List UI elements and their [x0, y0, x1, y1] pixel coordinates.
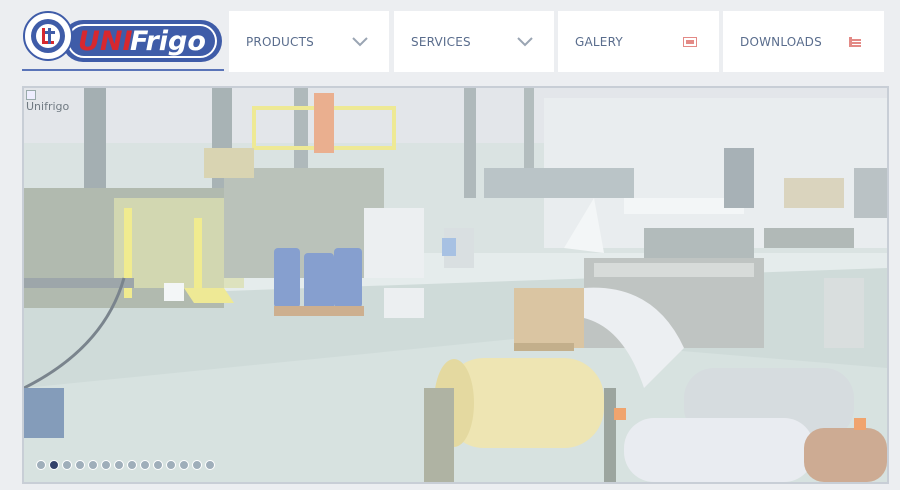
slider-dot-10[interactable]	[153, 460, 163, 470]
hero-slider[interactable]: Unifrigo	[22, 86, 889, 484]
nav-galery[interactable]: GALERY	[558, 11, 719, 72]
document-icon	[844, 32, 866, 52]
slider-dot-6[interactable]	[101, 460, 111, 470]
nav-downloads-label: DOWNLOADS	[740, 34, 822, 49]
slider-dot-7[interactable]	[114, 460, 124, 470]
slider-dot-2[interactable]	[49, 460, 59, 470]
slider-dot-14[interactable]	[205, 460, 215, 470]
slider-pagination	[36, 460, 215, 470]
slide-image-alt: Unifrigo	[26, 100, 70, 113]
slider-dot-13[interactable]	[192, 460, 202, 470]
chevron-down-icon	[514, 32, 536, 52]
nav-services[interactable]: SERVICES	[394, 11, 554, 72]
unifrigo-logo: UNI Frigo	[23, 11, 222, 62]
brand-name-frigo: Frigo	[130, 26, 206, 57]
chevron-down-icon	[349, 32, 371, 52]
slide-overlay	[24, 88, 887, 482]
site-logo[interactable]: UNI Frigo	[22, 10, 224, 72]
slider-dot-5[interactable]	[88, 460, 98, 470]
nav-downloads[interactable]: DOWNLOADS	[723, 11, 884, 72]
slider-dot-12[interactable]	[179, 460, 189, 470]
slider-dot-1[interactable]	[36, 460, 46, 470]
brand-name-uni: UNI	[78, 26, 133, 57]
slider-dot-4[interactable]	[75, 460, 85, 470]
nav-products-label: PRODUCTS	[246, 34, 314, 49]
slider-dot-3[interactable]	[62, 460, 72, 470]
nav-products[interactable]: PRODUCTS	[229, 11, 389, 72]
logo-underline	[22, 69, 224, 71]
nav-services-label: SERVICES	[411, 34, 471, 49]
slider-dot-9[interactable]	[140, 460, 150, 470]
gallery-icon	[679, 32, 701, 52]
nav-galery-label: GALERY	[575, 34, 623, 49]
slider-dot-11[interactable]	[166, 460, 176, 470]
slider-dot-8[interactable]	[127, 460, 137, 470]
broken-image-icon	[26, 90, 36, 100]
